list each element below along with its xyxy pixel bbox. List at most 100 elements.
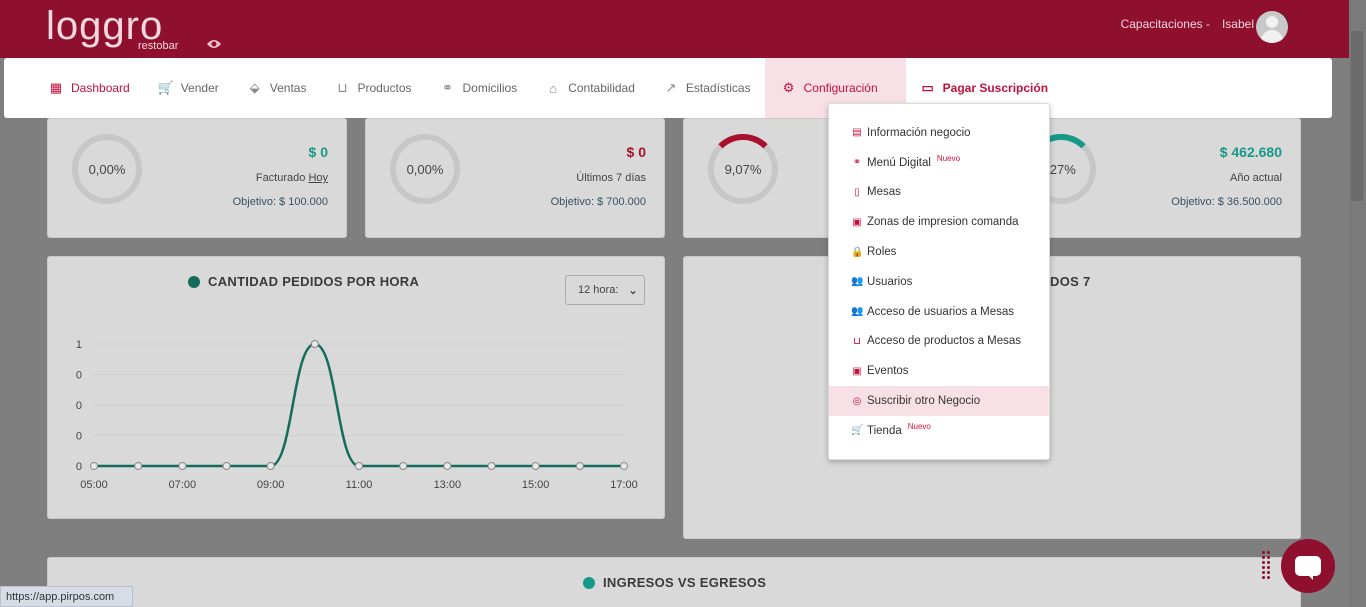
nav-label: Domicilios	[462, 81, 518, 95]
nav-label: Pagar Suscripción	[942, 81, 1049, 95]
printer-icon: ▣	[852, 216, 862, 228]
basket-icon: ⊔	[337, 80, 348, 95]
data-point[interactable]	[134, 462, 143, 470]
users-icon: 👥	[851, 276, 864, 288]
chat-icon	[1295, 556, 1321, 580]
data-point[interactable]	[443, 462, 452, 470]
nav-dashboard[interactable]: ▦ Dashboard	[34, 58, 144, 118]
data-point[interactable]	[531, 462, 540, 470]
data-point[interactable]	[355, 462, 363, 470]
menu-item-label: Información negocio	[867, 126, 971, 139]
data-point[interactable]	[487, 462, 496, 470]
y-tick-label: 1	[76, 339, 82, 351]
user-name[interactable]: Isabel	[1222, 17, 1254, 31]
menu-item-label: Zonas de impresion comanda	[867, 216, 1019, 229]
x-tick-label: 17:00	[610, 479, 638, 491]
income-chart-title-text: INGRESOS VS EGRESOS	[603, 575, 767, 590]
building-icon: ▤	[852, 127, 862, 139]
y-tick-label: 0	[76, 461, 82, 473]
menu-item-tienda[interactable]: 🛒 Tienda Nuevo	[829, 416, 1049, 446]
menu-item-label: Acceso de productos a Mesas	[867, 335, 1022, 348]
menu-item-eventos[interactable]: ▣ Eventos	[829, 356, 1049, 386]
new-badge: Nuevo	[907, 422, 931, 432]
menu-item-label: Acceso de usuarios a Mesas	[867, 305, 1015, 318]
tag-icon: ⬙	[249, 80, 260, 95]
lock-icon: 🔒	[851, 246, 864, 258]
nav-domicilios[interactable]: ⚭ Domicilios	[426, 58, 532, 118]
nav-estadisticas[interactable]: ↗ Estadísticas	[649, 58, 765, 118]
users-icon: 👥	[851, 306, 864, 318]
drag-handle[interactable]	[1262, 551, 1272, 581]
nav-label: Estadísticas	[685, 81, 751, 95]
data-point[interactable]	[575, 462, 584, 470]
y-tick-label: 0	[76, 370, 82, 382]
x-tick-label: 07:00	[169, 479, 197, 491]
menu-item-acceso-usuarios-mesas[interactable]: 👥 Acceso de usuarios a Mesas	[829, 297, 1049, 327]
data-point[interactable]	[222, 462, 231, 470]
calendar-icon: ▣	[852, 365, 862, 377]
menu-item-label: Roles	[867, 246, 897, 259]
menu-item-label: Tienda	[867, 424, 902, 437]
cart-icon: 🛒	[851, 425, 864, 437]
data-point[interactable]	[310, 340, 319, 348]
nav-label: Dashboard	[71, 81, 130, 95]
nav-vender[interactable]: 🛒 Vender	[144, 58, 233, 118]
kpi-caption: Año actual	[1230, 172, 1282, 184]
menu-item-label: Eventos	[867, 365, 909, 378]
trending-up-icon: ↗	[665, 80, 677, 95]
menu-item-label: Mesas	[867, 186, 901, 199]
nav-ventas[interactable]: ⬙ Ventas	[233, 58, 321, 118]
sales-chart-title-partial: DOS 7	[1050, 274, 1091, 289]
kpi-card-month: 9,07%	[683, 118, 833, 238]
data-point[interactable]	[620, 462, 628, 470]
avatar[interactable]	[1256, 11, 1288, 43]
basket-icon: ⊔	[853, 335, 861, 347]
kpi-card-year: .27% $ 462.680 Año actual Objetivo: $ 36…	[1026, 118, 1301, 238]
menu-item-zonas-impresion[interactable]: ▣ Zonas de impresion comanda	[829, 207, 1049, 237]
nav-label: Ventas	[269, 81, 307, 95]
x-tick-label: 11:00	[346, 479, 373, 491]
nav-label: Productos	[357, 81, 412, 95]
new-badge: Nuevo	[936, 154, 961, 164]
x-tick-label: 13:00	[434, 479, 462, 491]
menu-item-mesas[interactable]: ▯ Mesas	[829, 178, 1049, 208]
bank-icon: ⌂	[549, 80, 558, 96]
credit-card-icon: ▭	[921, 80, 934, 95]
menu-item-acceso-productos-mesas[interactable]: ⊔ Acceso de productos a Mesas	[829, 327, 1049, 357]
data-point[interactable]	[266, 462, 275, 470]
config-dropdown-menu: ▤ Información negocio ⚭ Menú Digital Nue…	[828, 103, 1050, 460]
legend-dot	[583, 576, 595, 589]
company-name[interactable]: Capacitaciones -	[1121, 17, 1210, 31]
nav-productos[interactable]: ⊔ Productos	[320, 58, 425, 118]
menu-item-informacion-negocio[interactable]: ▤ Información negocio	[829, 118, 1049, 148]
scrollbar[interactable]	[1349, 0, 1366, 607]
menu-item-roles[interactable]: 🔒 Roles	[829, 237, 1049, 267]
motorbike-icon: ⚭	[852, 157, 862, 169]
chat-button[interactable]	[1281, 539, 1335, 593]
status-url: https://app.pirpos.com	[0, 586, 133, 607]
data-point[interactable]	[178, 462, 187, 470]
dashboard-icon: ▦	[49, 80, 63, 95]
data-point[interactable]	[399, 462, 408, 470]
x-tick-label: 09:00	[257, 479, 285, 491]
menu-item-menu-digital[interactable]: ⚭ Menú Digital Nuevo	[829, 148, 1049, 178]
main-nav: ▦ Dashboard 🛒 Vender ⬙ Ventas ⊔ Producto…	[4, 58, 1332, 118]
data-point[interactable]	[90, 462, 98, 470]
cart-plus-icon: 🛒	[157, 80, 174, 95]
bicycle-icon: ⚭	[442, 80, 453, 95]
nav-label: Configuración	[803, 81, 878, 95]
x-tick-label: 05:00	[80, 479, 108, 491]
menu-item-suscribir-negocio[interactable]: ◎ Suscribir otro Negocio	[829, 386, 1049, 416]
menu-item-usuarios[interactable]: 👥 Usuarios	[829, 267, 1049, 297]
menu-item-label: Suscribir otro Negocio	[867, 395, 981, 408]
nav-label: Vender	[180, 81, 219, 95]
kpi-goal: Objetivo: $ 36.500.000	[1171, 196, 1282, 208]
progress-ring: 9,07%	[708, 134, 778, 204]
income-chart-title: INGRESOS VS EGRESOS	[583, 575, 766, 590]
menu-item-label: Usuarios	[867, 275, 913, 288]
nav-contabilidad[interactable]: ⌂ Contabilidad	[531, 58, 649, 118]
gear-icon: ⚙	[782, 80, 795, 95]
nav-label: Contabilidad	[568, 81, 635, 95]
scrollbar-thumb[interactable]	[1351, 31, 1363, 201]
table-icon: ▯	[854, 186, 860, 198]
